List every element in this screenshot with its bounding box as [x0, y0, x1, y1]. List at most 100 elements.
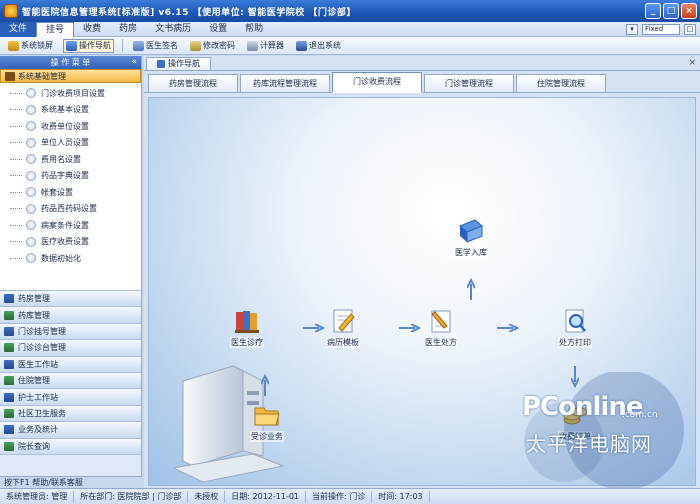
- calculator-icon: [247, 40, 258, 51]
- gear-icon: [26, 88, 36, 99]
- group-item[interactable]: 院长查询: [0, 438, 141, 455]
- folder-icon: [4, 294, 14, 304]
- status-user: 系统管理员: 管理: [0, 490, 75, 503]
- group-item[interactable]: 药库管理: [0, 307, 141, 324]
- close-tab-icon[interactable]: ×: [688, 58, 696, 68]
- sub-item[interactable]: 医疗收费设置: [0, 234, 141, 251]
- gear-icon: [26, 236, 36, 247]
- status-operation: 当前操作: 门诊: [306, 490, 373, 503]
- folder-icon: [4, 425, 14, 435]
- maximize-button[interactable]: □: [663, 3, 679, 19]
- menu-square-button[interactable]: □: [684, 24, 696, 35]
- group-item[interactable]: 门诊诊台管理: [0, 340, 141, 357]
- lock-screen-button[interactable]: 系统锁屏: [6, 39, 55, 53]
- tab-outpatient-manage-flow[interactable]: 门诊管理流程: [424, 74, 514, 92]
- group-item[interactable]: 住院管理: [0, 372, 141, 390]
- change-password-label: 修改密码: [203, 41, 235, 50]
- menu-panel-header: 操 作 菜 单 «: [0, 56, 141, 69]
- gear-icon: [26, 220, 36, 231]
- arrow-up-icon: [466, 277, 476, 300]
- folder-open-icon: [254, 407, 280, 426]
- group-system-basic-label: 系统基础管理: [18, 71, 66, 81]
- gear-icon: [26, 121, 36, 132]
- gear-icon: [26, 253, 36, 264]
- signature-icon: [133, 40, 144, 51]
- toolbar-divider: [122, 39, 123, 52]
- group-item[interactable]: 业务及统计: [0, 422, 141, 439]
- calculator-button[interactable]: 计算器: [245, 39, 286, 53]
- menu-file[interactable]: 文件: [0, 21, 37, 37]
- sub-item-list: 门诊收费项目设置 系统基本设置 收费单位设置 单位人员设置 费用名设置 药品字典…: [0, 83, 141, 291]
- tab-pharmacy-flow[interactable]: 药房管理流程: [148, 74, 238, 92]
- navigation-label: 操作导航: [79, 41, 111, 50]
- gear-icon: [26, 154, 36, 165]
- node-record-template[interactable]: 病历模板: [313, 308, 373, 348]
- tab-outpatient-charge-flow[interactable]: 门诊收费流程: [332, 72, 422, 93]
- window-title: 智能医院信息管理系统[标准版] v6.15 【使用单位: 智能医学院校 【门诊部…: [22, 7, 356, 18]
- tab-inpatient-flow[interactable]: 住院管理流程: [516, 74, 606, 92]
- watermark-domain: .com.cn: [622, 410, 658, 420]
- status-time: 时间: 17:03: [372, 490, 430, 503]
- books-icon: [235, 311, 259, 333]
- menu-records[interactable]: 文书病历: [146, 22, 200, 37]
- node-doctor-prescription[interactable]: 医生处方: [411, 308, 471, 348]
- sub-item[interactable]: 收费单位设置: [0, 118, 141, 135]
- gear-icon: [26, 170, 36, 181]
- menu-pharmacy[interactable]: 药房: [110, 22, 146, 37]
- gear-icon: [26, 203, 36, 214]
- sub-item[interactable]: 数据初始化: [0, 250, 141, 267]
- folder-icon: [4, 359, 14, 369]
- sub-item[interactable]: 单位人员设置: [0, 135, 141, 152]
- doctor-sign-button[interactable]: 医生签名: [131, 39, 180, 53]
- sub-item[interactable]: 药品西药码设置: [0, 201, 141, 218]
- key-icon: [190, 40, 201, 51]
- group-item[interactable]: 社区卫生服务: [0, 405, 141, 423]
- navigation-icon: [66, 40, 77, 51]
- exit-button[interactable]: 退出系统: [294, 39, 343, 53]
- change-password-button[interactable]: 修改密码: [188, 39, 237, 53]
- sub-item[interactable]: 病案条件设置: [0, 217, 141, 234]
- close-button[interactable]: ×: [681, 3, 697, 19]
- toolbar: 系统锁屏 操作导航 医生签名 修改密码 计算器 退出系统: [0, 37, 700, 55]
- status-bar: 系统管理员: 管理 所在部门: 医院院部 | 门诊部 未授权 日期: 2012-…: [0, 488, 700, 504]
- menu-bar: 文件 挂号 收费 药房 文书病历 设置 帮助 ▾ Fixed □: [0, 21, 700, 37]
- group-item[interactable]: 医生工作站: [0, 356, 141, 373]
- collapse-icon[interactable]: «: [131, 56, 137, 69]
- title-bar: 智能医院信息管理系统[标准版] v6.15 【使用单位: 智能医学院校 【门诊部…: [0, 0, 700, 22]
- help-hint: 按下F1 帮助/联系客服: [0, 476, 142, 488]
- folder-icon: [4, 310, 14, 320]
- document-edit-icon: [333, 309, 355, 333]
- watermark-cn: 太平洋电脑网: [526, 432, 652, 456]
- sub-item[interactable]: 系统基本设置: [0, 102, 141, 119]
- node-prescription-print[interactable]: 处方打印: [545, 308, 605, 348]
- sub-item[interactable]: 门诊收费项目设置: [0, 85, 141, 102]
- navigation-button[interactable]: 操作导航: [63, 38, 114, 53]
- menu-register[interactable]: 挂号: [36, 21, 75, 37]
- node-medical-stock-in[interactable]: 医学入库: [441, 218, 501, 258]
- folder-icon: [4, 343, 14, 353]
- menu-dropdown-icon[interactable]: ▾: [626, 24, 638, 35]
- font-select[interactable]: Fixed: [642, 24, 680, 35]
- group-item[interactable]: 门诊挂号管理: [0, 323, 141, 341]
- magnifier-document-icon: [565, 309, 586, 333]
- group-item[interactable]: 护士工作站: [0, 389, 141, 406]
- tab-navigation[interactable]: 操作导航: [146, 57, 211, 70]
- sub-item[interactable]: 药品字典设置: [0, 168, 141, 185]
- menu-settings[interactable]: 设置: [200, 22, 236, 37]
- folder-icon: [4, 441, 14, 451]
- menu-charge[interactable]: 收费: [74, 22, 110, 37]
- node-doctor-consult[interactable]: 医生诊疗: [217, 308, 277, 348]
- menu-help[interactable]: 帮助: [236, 22, 272, 37]
- navigation-tab-icon: [157, 60, 165, 68]
- node-reception[interactable]: 受诊业务: [237, 402, 297, 442]
- menu-group-list: 药房管理 药库管理 门诊挂号管理 门诊诊台管理 医生工作站 住院管理 护士工作站…: [0, 291, 141, 455]
- exit-icon: [296, 40, 307, 51]
- minimize-button[interactable]: _: [645, 3, 661, 19]
- sub-item[interactable]: 费用名设置: [0, 151, 141, 168]
- group-item[interactable]: 药房管理: [0, 291, 141, 308]
- folder-icon: [4, 376, 14, 386]
- tab-drugstore-flow[interactable]: 药库流程管理流程: [240, 74, 330, 92]
- sub-item[interactable]: 帐套设置: [0, 184, 141, 201]
- group-system-basic[interactable]: 系统基础管理: [0, 69, 141, 83]
- window-controls: _ □ ×: [645, 3, 697, 19]
